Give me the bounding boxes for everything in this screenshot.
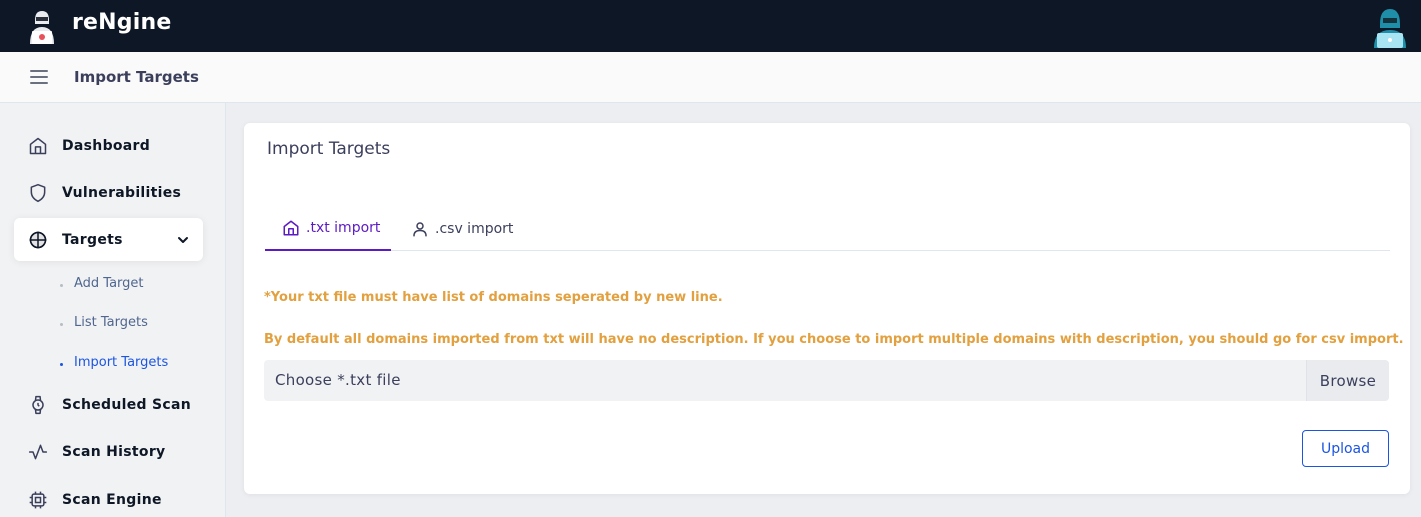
page-title: Import Targets bbox=[74, 68, 199, 86]
txt-format-notice: *Your txt file must have list of domains… bbox=[264, 290, 723, 305]
browse-button[interactable]: Browse bbox=[1306, 360, 1389, 401]
user-icon bbox=[413, 222, 427, 237]
home-icon bbox=[29, 137, 47, 154]
shield-icon bbox=[30, 183, 46, 202]
file-input-placeholder: Choose *.txt file bbox=[275, 371, 401, 389]
sidebar: Dashboard Vulnerabilities Targets Add Ta… bbox=[0, 103, 226, 517]
top-navbar: reNgine bbox=[0, 0, 1421, 52]
sidebar-item-label: Scan History bbox=[62, 443, 166, 460]
sidebar-item-label: Vulnerabilities bbox=[62, 184, 182, 201]
sub-header: Import Targets bbox=[0, 52, 1421, 103]
submenu-item-label: List Targets bbox=[74, 315, 148, 330]
cpu-icon bbox=[29, 491, 47, 508]
tab-label: .csv import bbox=[435, 221, 514, 237]
bullet-dot-icon bbox=[60, 363, 63, 366]
card-title: Import Targets bbox=[267, 139, 391, 159]
import-targets-card: Import Targets .txt import .csv import *… bbox=[244, 123, 1410, 494]
hacker-logo-icon[interactable] bbox=[26, 8, 58, 44]
sidebar-item-vulnerabilities[interactable]: Vulnerabilities bbox=[14, 171, 203, 214]
sidebar-item-scan-engine[interactable]: Scan Engine bbox=[14, 478, 203, 517]
submenu-item-label: Import Targets bbox=[74, 355, 169, 370]
brand-name[interactable]: reNgine bbox=[72, 10, 171, 35]
sidebar-item-dashboard[interactable]: Dashboard bbox=[14, 124, 203, 167]
bullet-dot-icon bbox=[60, 284, 63, 287]
home-icon bbox=[283, 220, 299, 236]
sidebar-item-targets[interactable]: Targets bbox=[14, 218, 203, 261]
description-notice: By default all domains imported from txt… bbox=[264, 332, 1404, 347]
crosshair-icon bbox=[29, 231, 47, 248]
txt-file-input[interactable]: Choose *.txt file Browse bbox=[264, 360, 1389, 401]
sidebar-item-scheduled-scan[interactable]: Scheduled Scan bbox=[14, 383, 203, 426]
tab-txt-import[interactable]: .txt import bbox=[265, 207, 391, 251]
activity-icon bbox=[28, 444, 48, 459]
chevron-down-icon[interactable] bbox=[177, 234, 189, 246]
sidebar-item-scan-history[interactable]: Scan History bbox=[14, 430, 203, 473]
import-tabs: .txt import .csv import bbox=[265, 207, 1390, 251]
upload-button[interactable]: Upload bbox=[1302, 430, 1389, 467]
sidebar-item-label: Scan Engine bbox=[62, 491, 162, 508]
bullet-dot-icon bbox=[60, 323, 63, 326]
sidebar-item-label: Scheduled Scan bbox=[62, 396, 192, 413]
hamburger-menu-icon[interactable] bbox=[30, 70, 48, 84]
tab-csv-import[interactable]: .csv import bbox=[411, 207, 521, 251]
sidebar-item-label: Targets bbox=[62, 231, 123, 248]
sidebar-item-label: Dashboard bbox=[62, 137, 151, 154]
watch-icon bbox=[32, 395, 44, 414]
user-avatar-icon[interactable] bbox=[1372, 6, 1408, 48]
submenu-item-label: Add Target bbox=[74, 276, 144, 291]
tab-label: .txt import bbox=[306, 220, 381, 236]
